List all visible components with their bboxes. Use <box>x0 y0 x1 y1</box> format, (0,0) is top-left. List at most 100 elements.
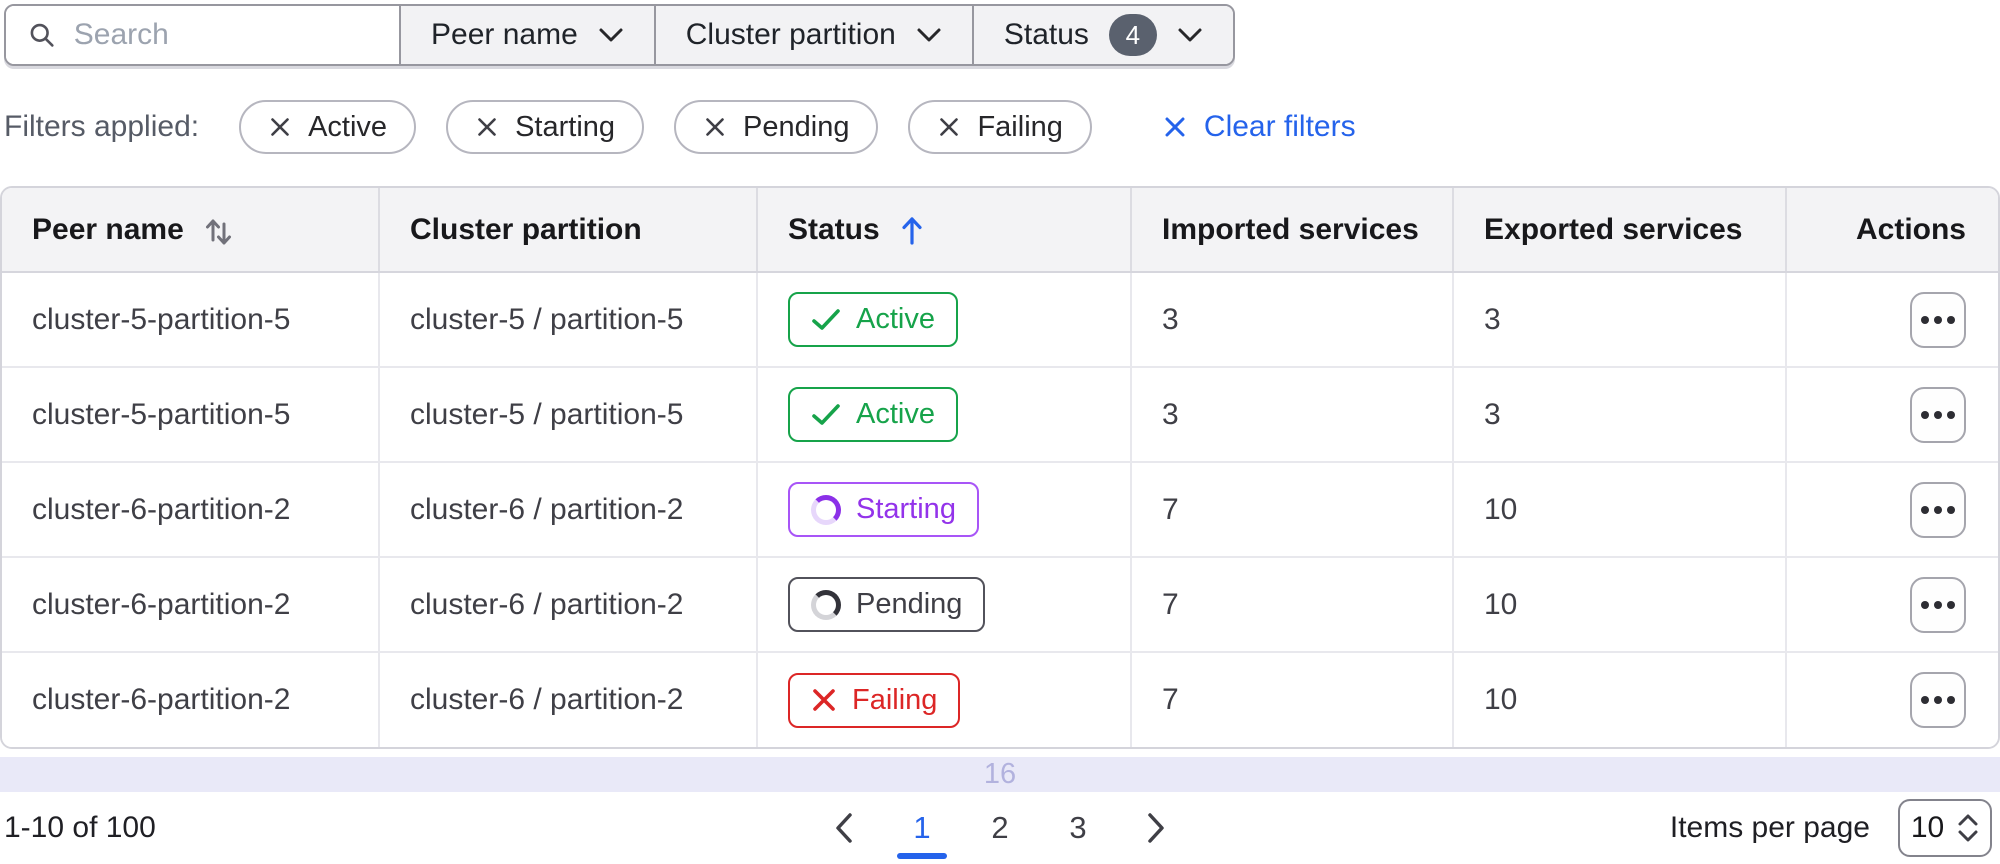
column-label: Status <box>788 212 880 246</box>
filter-chips: Active Starting Pending Failing <box>239 100 1122 154</box>
filter-chip-starting[interactable]: Starting <box>446 100 645 154</box>
ellipsis-icon <box>1921 600 1955 609</box>
cell-cluster-partition: cluster-5 / partition-5 <box>379 367 758 463</box>
check-icon <box>812 403 840 425</box>
page-button-3[interactable]: 3 <box>1050 797 1106 859</box>
status-label: Pending <box>856 588 963 620</box>
cell-status: Failing <box>757 652 1132 747</box>
partially-visible-row-text: 16 <box>983 758 1017 790</box>
dropdown-label: Peer name <box>431 18 578 51</box>
column-label: Exported services <box>1484 212 1743 246</box>
page-button-1[interactable]: 1 <box>894 797 950 859</box>
row-actions-button[interactable] <box>1910 481 1966 538</box>
search-input[interactable] <box>73 18 377 52</box>
cell-peer-name: cluster-6-partition-2 <box>2 652 380 747</box>
applied-filters-bar: Filters applied: Active Starting Pending Fa… <box>4 98 1996 156</box>
remove-filter-icon[interactable] <box>475 115 499 139</box>
row-actions-button[interactable] <box>1910 386 1966 443</box>
column-label: Imported services <box>1162 212 1419 246</box>
clear-filters-button[interactable]: Clear filters <box>1162 110 1356 144</box>
peer-name-filter-dropdown[interactable]: Peer name <box>399 6 654 64</box>
table-row: cluster-6-partition-2 cluster-6 / partiti… <box>2 557 1998 653</box>
row-actions-button[interactable] <box>1910 672 1966 728</box>
column-header-exported-services: Exported services <box>1453 188 1787 273</box>
column-header-cluster-partition: Cluster partition <box>379 188 758 273</box>
cell-actions <box>1786 462 1998 558</box>
chevron-down-icon <box>599 28 623 42</box>
page-controls: 1 2 3 <box>816 797 1184 859</box>
cell-cluster-partition: cluster-5 / partition-5 <box>379 272 758 368</box>
previous-page-button[interactable] <box>816 797 872 859</box>
sort-both-icon <box>205 219 231 244</box>
x-icon <box>813 689 835 711</box>
remove-filter-icon[interactable] <box>703 115 727 139</box>
cell-cluster-partition: cluster-6 / partition-2 <box>379 462 758 558</box>
status-filter-count-badge: 4 <box>1108 14 1157 56</box>
status-badge: Starting <box>788 482 979 537</box>
cell-peer-name: cluster-6-partition-2 <box>2 557 380 653</box>
cell-imported-services: 3 <box>1131 272 1454 368</box>
cell-imported-services: 7 <box>1131 462 1454 558</box>
status-label: Starting <box>856 493 956 525</box>
ellipsis-icon <box>1921 315 1955 324</box>
table-row: cluster-6-partition-2 cluster-6 / partiti… <box>2 652 1998 747</box>
filter-chip-failing[interactable]: Failing <box>908 100 1092 154</box>
partially-visible-row: 16 <box>0 757 2000 792</box>
filter-chip-label: Pending <box>743 110 850 143</box>
filter-chip-label: Active <box>308 110 388 143</box>
filter-toolbar: Peer name Cluster partition Status 4 <box>4 4 1235 66</box>
sort-ascending-icon <box>902 216 922 245</box>
cell-exported-services: 10 <box>1453 462 1787 558</box>
dropdown-label: Cluster partition <box>685 18 896 51</box>
stepper-icon <box>1958 814 1978 842</box>
status-label: Active <box>856 303 935 335</box>
status-filter-dropdown[interactable]: Status 4 <box>971 6 1233 64</box>
filter-chip-active[interactable]: Active <box>239 100 417 154</box>
cell-cluster-partition: cluster-6 / partition-2 <box>379 652 758 747</box>
cell-peer-name: cluster-6-partition-2 <box>2 462 380 558</box>
remove-filter-icon[interactable] <box>268 115 292 139</box>
cell-actions <box>1786 367 1998 463</box>
next-page-button[interactable] <box>1128 797 1184 859</box>
ellipsis-icon <box>1921 696 1955 704</box>
chevron-down-icon <box>917 28 941 42</box>
table-body: cluster-5-partition-5 cluster-5 / partiti… <box>2 272 1998 747</box>
cell-imported-services: 7 <box>1131 557 1454 653</box>
remove-filter-icon[interactable] <box>937 115 961 139</box>
column-label: Actions <box>1855 212 1966 246</box>
column-label: Peer name <box>32 212 184 246</box>
cell-peer-name: cluster-5-partition-5 <box>2 367 380 463</box>
status-badge: Active <box>788 292 958 347</box>
cell-actions <box>1786 652 1998 747</box>
chevron-down-icon <box>1178 28 1202 42</box>
cell-actions <box>1786 272 1998 368</box>
pagination-range-label: 1-10 of 100 <box>4 811 156 844</box>
status-label: Failing <box>852 683 938 716</box>
ellipsis-icon <box>1921 410 1955 419</box>
page-button-2[interactable]: 2 <box>972 797 1028 859</box>
search-icon <box>30 23 54 47</box>
cell-peer-name: cluster-5-partition-5 <box>2 272 380 368</box>
cell-status: Active <box>757 272 1132 368</box>
row-actions-button[interactable] <box>1910 291 1966 348</box>
cell-imported-services: 7 <box>1131 652 1454 747</box>
cell-exported-services: 10 <box>1453 557 1787 653</box>
column-header-status[interactable]: Status <box>757 188 1132 273</box>
search-box[interactable] <box>6 6 399 64</box>
cell-status: Starting <box>757 462 1132 558</box>
status-badge: Failing <box>788 672 961 728</box>
column-header-peer-name[interactable]: Peer name <box>2 188 380 273</box>
pagination-bar: 1-10 of 100 1 2 3 Items per page 10 <box>0 792 2000 864</box>
ellipsis-icon <box>1921 505 1955 514</box>
filter-chip-pending[interactable]: Pending <box>674 100 879 154</box>
check-icon <box>812 308 840 330</box>
row-actions-button[interactable] <box>1910 576 1966 633</box>
table-row: cluster-6-partition-2 cluster-6 / partiti… <box>2 462 1998 558</box>
clear-filters-label: Clear filters <box>1203 110 1356 143</box>
cluster-partition-filter-dropdown[interactable]: Cluster partition <box>653 6 972 64</box>
cell-status: Active <box>757 367 1132 463</box>
items-per-page-label: Items per page <box>1669 811 1870 844</box>
clear-filters-icon <box>1165 117 1185 137</box>
spinner-icon <box>811 494 841 525</box>
items-per-page-select[interactable]: 10 <box>1898 799 1992 857</box>
